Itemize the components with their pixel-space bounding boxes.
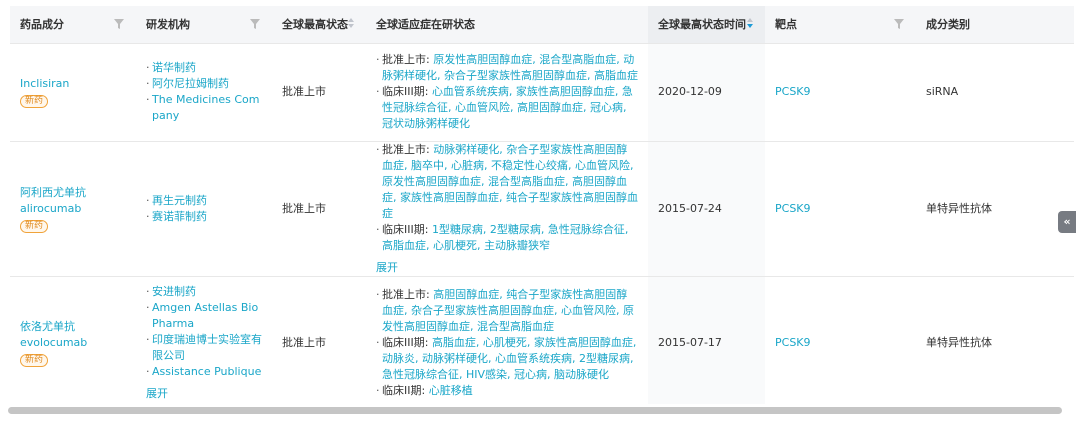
indications-cell: 批准上市: 原发性高胆固醇血症, 混合型高脂血症, 动脉粥样硬化, 杂合子型家族… <box>366 43 648 142</box>
target-cell: PCSK9 <box>765 43 916 142</box>
column-label: 药品成分 <box>20 18 64 32</box>
column-label: 全球最高状态时间 <box>658 18 746 32</box>
filter-icon[interactable] <box>114 19 124 29</box>
indication-group: 临床III期: 高脂血症, 心肌梗死, 家族性高胆固醇血症, 动脉炎, 动脉粥样… <box>376 335 638 383</box>
drug-cell: Inclisiran 新药 <box>10 43 136 142</box>
org-link[interactable]: The Medicines Company <box>146 92 262 124</box>
collapse-panel-button[interactable]: « <box>1058 211 1076 233</box>
column-header-category: 成分类别 <box>916 6 1074 44</box>
target-link[interactable]: PCSK9 <box>775 202 811 215</box>
org-cell: 安进制药 Amgen Astellas BioPharma 印度瑞迪博士实验室有… <box>136 276 272 404</box>
indication-stage: 临床III期: <box>382 85 432 98</box>
indication-links[interactable]: 心脏移植 <box>429 384 473 397</box>
column-label: 研发机构 <box>146 18 190 32</box>
org-cell: 再生元制药 赛诺菲制药 <box>136 141 272 277</box>
status-cell: 批准上市 <box>272 141 366 277</box>
org-link[interactable]: Assistance Publique <box>146 364 262 380</box>
column-header-org[interactable]: 研发机构 <box>136 6 272 44</box>
table-row: 阿利西尤单抗 alirocumab 新药 再生元制药 赛诺菲制药 批准上市 批准… <box>10 141 1074 277</box>
time-cell: 2015-07-17 <box>648 276 765 404</box>
new-drug-badge: 新药 <box>20 354 49 367</box>
org-link[interactable]: 印度瑞迪博士实验室有限公司 <box>146 332 262 364</box>
category-cell: siRNA <box>916 43 1074 142</box>
indication-group: 批准上市: 原发性高胆固醇血症, 混合型高脂血症, 动脉粥样硬化, 杂合子型家族… <box>376 52 638 84</box>
status-cell: 批准上市 <box>272 276 366 404</box>
target-link[interactable]: PCSK9 <box>775 336 811 349</box>
indication-stage: 批准上市: <box>382 142 434 156</box>
drug-name-link[interactable]: 阿利西尤单抗 alirocumab <box>20 185 126 217</box>
org-link[interactable]: 诺华制药 <box>146 60 262 76</box>
table-row: 依洛尤单抗 evolocumab 新药 安进制药 Amgen Astellas … <box>10 276 1074 404</box>
org-link[interactable]: 阿尔尼拉姆制药 <box>146 76 262 92</box>
time-cell: 2020-12-09 <box>648 43 765 142</box>
org-link[interactable]: Amgen Astellas BioPharma <box>146 300 262 332</box>
new-drug-badge: 新药 <box>20 219 49 233</box>
indication-stage: 临床III期: <box>382 222 432 236</box>
filter-icon[interactable] <box>894 19 904 29</box>
sort-desc-icon[interactable] <box>747 18 755 30</box>
column-label: 全球最高状态 <box>282 18 348 32</box>
drug-name-link[interactable]: 依洛尤单抗 evolocumab <box>20 319 126 351</box>
column-header-indications: 全球适应症在研状态 <box>366 6 648 44</box>
table-row: Inclisiran 新药 诺华制药 阿尔尼拉姆制药 The Medicines… <box>10 43 1074 142</box>
column-label: 全球适应症在研状态 <box>376 18 475 32</box>
column-label: 成分类别 <box>926 18 970 32</box>
column-header-time[interactable]: 全球最高状态时间 <box>648 6 765 44</box>
drug-cell: 阿利西尤单抗 alirocumab 新药 <box>10 141 136 277</box>
filter-icon[interactable] <box>250 19 260 29</box>
status-cell: 批准上市 <box>272 43 366 142</box>
target-link[interactable]: PCSK9 <box>775 85 811 98</box>
expand-orgs-link[interactable]: 展开 <box>146 386 262 402</box>
indication-stage: 批准上市: <box>382 288 434 301</box>
table-header-row: 药品成分 研发机构 全球最高状态 全球适应症在研状态 全球最高状态时间 靶点 成… <box>10 6 1074 44</box>
indications-cell: 批准上市: 动脉粥样硬化, 杂合子型家族性高胆固醇血症, 脑卒中, 心脏病, 不… <box>366 141 648 277</box>
column-header-status[interactable]: 全球最高状态 <box>272 6 366 44</box>
category-cell: 单特异性抗体 <box>916 141 1074 277</box>
indications-cell: 批准上市: 高胆固醇血症, 纯合子型家族性高胆固醇血症, 杂合子型家族性高胆固醇… <box>366 276 648 404</box>
org-link[interactable]: 赛诺菲制药 <box>146 209 262 225</box>
target-cell: PCSK9 <box>765 276 916 404</box>
org-link[interactable]: 再生元制药 <box>146 193 262 209</box>
column-header-target[interactable]: 靶点 <box>765 6 916 44</box>
org-cell: 诺华制药 阿尔尼拉姆制药 The Medicines Company <box>136 43 272 142</box>
column-label: 靶点 <box>775 18 797 32</box>
indication-group: 批准上市: 动脉粥样硬化, 杂合子型家族性高胆固醇血症, 脑卒中, 心脏病, 不… <box>376 142 638 222</box>
indication-group: 临床III期: 1型糖尿病, 2型糖尿病, 急性冠脉综合征, 高脂血症, 心肌梗… <box>376 222 638 254</box>
horizontal-scrollbar[interactable] <box>8 407 1062 414</box>
expand-indications-link[interactable]: 展开 <box>376 260 638 276</box>
indication-stage: 批准上市: <box>382 53 434 66</box>
drug-cell: 依洛尤单抗 evolocumab 新药 <box>10 276 136 404</box>
new-drug-badge: 新药 <box>20 95 49 108</box>
indication-stage: 临床III期: <box>382 336 432 349</box>
sort-icon[interactable] <box>348 18 356 30</box>
column-header-drug[interactable]: 药品成分 <box>10 6 136 44</box>
indication-group: 临床II期: 心脏移植 <box>376 383 638 399</box>
indication-group: 批准上市: 高胆固醇血症, 纯合子型家族性高胆固醇血症, 杂合子型家族性高胆固醇… <box>376 287 638 335</box>
org-link[interactable]: 安进制药 <box>146 284 262 300</box>
double-chevron-left-icon: « <box>1063 215 1071 228</box>
results-table: 药品成分 研发机构 全球最高状态 全球适应症在研状态 全球最高状态时间 靶点 成… <box>10 6 1074 404</box>
drug-name-link[interactable]: Inclisiran <box>20 76 126 92</box>
time-cell: 2015-07-24 <box>648 141 765 277</box>
indication-group: 临床III期: 心血管系统疾病, 家族性高胆固醇血症, 急性冠脉综合征, 心血管… <box>376 84 638 132</box>
category-cell: 单特异性抗体 <box>916 276 1074 404</box>
indication-stage: 临床II期: <box>382 384 429 397</box>
target-cell: PCSK9 <box>765 141 916 277</box>
